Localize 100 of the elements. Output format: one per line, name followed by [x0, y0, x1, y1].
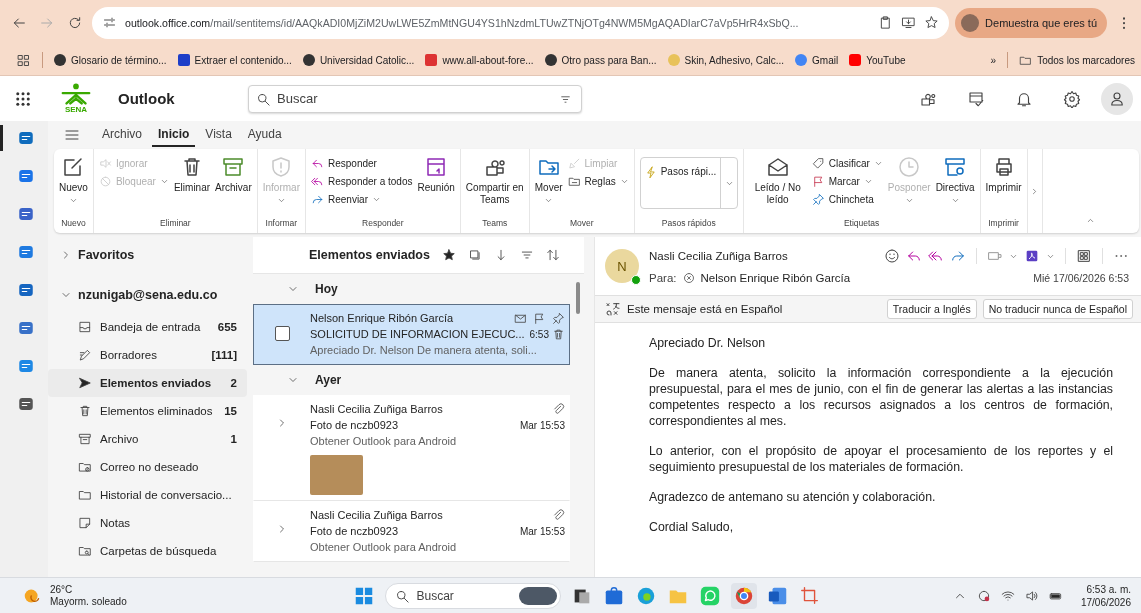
menu-tab[interactable]: Ayuda [241, 123, 288, 147]
reply-all-icon[interactable] [928, 248, 944, 264]
site-icon [425, 54, 438, 66]
search-icon [256, 91, 271, 107]
ribbon-button[interactable]: Compartir en Teams [463, 153, 526, 218]
folder-item[interactable]: Correo no deseado [48, 453, 247, 481]
menu-tab[interactable]: Vista [199, 123, 238, 147]
trash-icon[interactable] [552, 327, 565, 341]
emoji-icon[interactable] [884, 248, 900, 264]
url-text[interactable]: outlook.office.com/mail/sentitems/id/AAQkADI0MjZiM2UwLWE5ZmMtNGU4YS1hNzdmLTUwZTNjOTg4NWM5MgAQADIarC7aVp5HrR4xSbQ... [125, 16, 799, 29]
flag-icon[interactable] [533, 311, 546, 325]
message-sender: Nelson Enrique Ribón García [310, 312, 455, 324]
recipient-name[interactable]: Nelson Enrique Ribón García [700, 272, 851, 284]
ribbon-button[interactable]: Eliminar [171, 153, 213, 218]
translate-button[interactable]: No traducir nunca de Español [982, 299, 1133, 319]
settings-icon[interactable] [1063, 89, 1081, 108]
inbox-icon [78, 320, 92, 334]
lightning-icon [644, 166, 658, 179]
install-app-icon[interactable] [901, 15, 917, 30]
site-icon [795, 54, 808, 66]
bookmark-link[interactable]: Gmail [795, 54, 839, 66]
message-time: Mar 15:53 [519, 525, 565, 537]
translation-notice: Este mensaje está en Español [627, 303, 783, 315]
speaker-icon[interactable] [1024, 588, 1039, 603]
site-settings-icon[interactable] [102, 15, 117, 30]
wifi-icon[interactable] [1000, 588, 1015, 603]
bookmark-link[interactable]: Skin, Adhesivo, Calc... [667, 54, 785, 66]
ribbon-button[interactable]: Imprimir [983, 153, 1024, 218]
clock-icon [897, 155, 922, 179]
message-item[interactable]: Nelson Enrique Ribón García SOLICITUD DE INFORMACION EJECUC... 6:53 Apreciado Dr. Nelson De manera atenta, soli... [253, 304, 570, 365]
search-field[interactable]: Buscar [248, 84, 582, 113]
scrollbar[interactable] [576, 282, 580, 314]
message-preview: Obtener Outlook para Android [310, 434, 458, 449]
ribbon-button[interactable]: Mover [532, 153, 565, 218]
caret-icon [544, 196, 554, 205]
folder-item[interactable]: Elementos enviados 2 [48, 369, 247, 397]
all-bookmarks-link[interactable]: Todos los marcadores [1019, 53, 1135, 67]
ribbon-button[interactable]: Reenviar [309, 191, 415, 208]
folder-item[interactable]: Historial de conversacio... [48, 481, 247, 509]
pdf-icon[interactable] [1024, 248, 1040, 264]
bookmark-link[interactable]: Glosario de término... [54, 54, 167, 66]
more-bookmarks[interactable]: » [990, 54, 997, 66]
ribbon-button[interactable]: Directiva [933, 153, 977, 218]
bookmark-link[interactable]: Extraer el contenido... [177, 54, 292, 66]
checkbox[interactable] [274, 326, 290, 341]
account-heading[interactable]: nzunigab@sena.edu.co [78, 288, 218, 302]
sort-icon[interactable] [545, 248, 560, 262]
select-icon[interactable] [467, 248, 482, 262]
folder-item[interactable]: Archivo 1 [48, 425, 247, 453]
clock-time[interactable]: 6:53 a. m. [1086, 582, 1131, 596]
body-paragraph: Apreciado Dr. Nelson [649, 335, 767, 351]
folder-item[interactable]: Elementos eliminados 15 [48, 397, 247, 425]
menu-icon[interactable] [64, 127, 80, 143]
task-check-icon[interactable] [967, 89, 985, 108]
folder-item[interactable]: Notas [48, 509, 247, 537]
bookmark-link[interactable]: YouTube [849, 54, 906, 66]
bookmark-link[interactable]: Universidad Catolic... [302, 54, 415, 66]
folder-item[interactable]: Borradores [111] [48, 341, 247, 369]
reload-icon[interactable] [67, 14, 83, 31]
menu-tab[interactable]: Archivo [96, 123, 148, 147]
forward-icon [311, 193, 324, 206]
ribbon-button[interactable]: Clasificar [809, 155, 885, 172]
network-blocked-icon[interactable] [976, 588, 991, 603]
search-icon [395, 588, 411, 604]
folder-item[interactable]: Bandeja de entrada 655 [48, 313, 247, 341]
bookmark-link[interactable]: Otro pass para Ban... [544, 54, 657, 66]
browser-ring-icon[interactable] [731, 582, 758, 609]
ribbon-button[interactable]: Chincheta [809, 191, 885, 208]
address-bar[interactable]: outlook.office.com/mail/sentitems/id/AAQkADI0MjZiM2UwLWE5ZmMtNGU4YS1hNzdmLTUwZTNjOTg4NWM5MgAQADIarC7aVp5HrR4xSbQ... [92, 6, 950, 39]
caret-icon [904, 196, 914, 205]
forward-icon[interactable] [950, 248, 966, 264]
caret-icon [68, 196, 78, 205]
clock-date[interactable]: 17/06/2026 [1080, 595, 1131, 609]
ribbon-button[interactable]: Archivar [213, 153, 254, 218]
ribbon-button[interactable]: Reglas [565, 173, 631, 190]
ribbon-button[interactable]: Nuevo [57, 153, 90, 218]
bookmark-star-icon[interactable] [924, 15, 940, 30]
ribbon-button[interactable]: Leído / No leído [746, 153, 809, 218]
profile-chip[interactable]: Demuestra que eres tú [955, 7, 1107, 38]
ribbon-button[interactable]: Responder [309, 155, 415, 172]
app-launcher-icon[interactable] [14, 89, 32, 108]
pin-icon[interactable] [552, 311, 565, 325]
message-subject: Foto de nczb0923 [310, 525, 400, 537]
message-item[interactable]: Nasli Cecilia Zuñiga Barros Foto de nczb0923 Mar 15:53 Obtener Outlook para Android [253, 501, 570, 562]
ribbon-button[interactable]: Marcar [809, 173, 885, 190]
star-icon[interactable] [441, 248, 456, 262]
bookmark-link[interactable]: www.all-about-fore... [425, 54, 534, 66]
ribbon-button[interactable]: Responder a todos [309, 173, 415, 190]
message-date: Mié 17/06/2026 6:53 [1033, 272, 1129, 284]
translate-button[interactable]: Traducir a Inglés [886, 299, 977, 319]
reply-icon[interactable] [906, 248, 922, 264]
account-avatar[interactable] [1101, 82, 1133, 115]
filter-icon[interactable] [519, 248, 534, 262]
folder-item[interactable]: Carpetas de búsqueda [48, 537, 247, 565]
collapse-ribbon-icon[interactable] [1086, 216, 1096, 225]
message-sender: Nasli Cecilia Zuñiga Barros [310, 403, 444, 415]
ribbon-button[interactable]: Reunión [415, 153, 457, 218]
favorites-heading[interactable]: Favoritos [78, 248, 135, 262]
menu-tab[interactable]: Inicio [152, 123, 196, 147]
search-folder-icon [78, 544, 92, 558]
